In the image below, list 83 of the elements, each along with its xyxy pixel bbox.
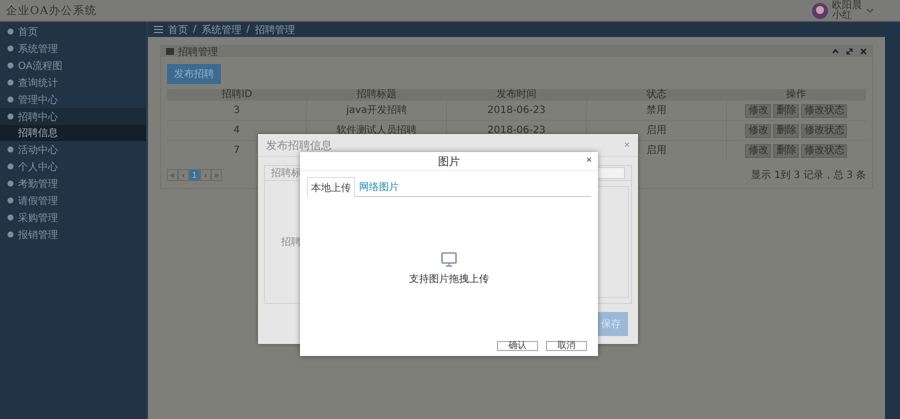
sidebar-item[interactable]: 查询统计: [0, 74, 146, 91]
drop-hint: 支持图片拖拽上传: [409, 272, 489, 286]
page-button[interactable]: «: [167, 169, 178, 181]
circle-icon: [7, 62, 14, 69]
table-cell: 7: [233, 144, 240, 156]
column-header: 操作: [726, 89, 866, 100]
table-cell: 启用: [646, 124, 666, 136]
expand-icon[interactable]: [846, 48, 853, 55]
action-button[interactable]: 修改: [745, 124, 772, 138]
action-button[interactable]: 删除: [773, 144, 800, 158]
circle-icon: [7, 231, 14, 238]
table-cell: 2018-06-23: [487, 104, 546, 116]
sidebar-item[interactable]: 管理中心: [0, 91, 146, 108]
circle-icon: [7, 45, 14, 52]
panel-title: 招聘管理: [178, 46, 218, 58]
sidebar-item[interactable]: OA流程图: [0, 57, 146, 74]
table-cell: 启用: [646, 144, 666, 156]
table-cell: 软件测试人员招聘: [336, 124, 417, 136]
page-button[interactable]: »: [211, 169, 222, 181]
action-button[interactable]: 删除: [773, 124, 800, 138]
action-button[interactable]: 修改状态: [801, 144, 848, 158]
column-header: 状态: [586, 89, 726, 100]
monitor-icon: [441, 252, 457, 267]
breadcrumb-link[interactable]: 系统管理: [201, 22, 242, 36]
circle-icon: [7, 79, 14, 86]
user-role: 小红: [832, 10, 853, 20]
circle-icon: [7, 197, 14, 204]
close-button[interactable]: ×: [586, 155, 592, 166]
breadcrumb-link[interactable]: 首页: [168, 22, 188, 36]
circle-icon: [7, 214, 14, 221]
dialog-button[interactable]: 确认: [497, 341, 538, 351]
action-button[interactable]: 修改: [745, 104, 772, 118]
table-cell: 禁用: [646, 104, 666, 116]
tab[interactable]: 网络图片: [355, 177, 403, 196]
circle-icon: [7, 28, 14, 35]
circle-icon: [7, 146, 14, 153]
circle-icon: [7, 96, 14, 103]
field-label: 招聘: [280, 236, 301, 249]
breadcrumb-link[interactable]: 招聘管理: [254, 22, 295, 36]
pagination-summary: 显示 1到 3 记录，总 3 条: [751, 168, 866, 182]
sidebar-item[interactable]: 采购管理: [0, 209, 146, 226]
breadcrumb-separator: /: [193, 24, 196, 35]
caret-icon[interactable]: [866, 8, 874, 14]
sidebar-item[interactable]: 系统管理: [0, 40, 146, 57]
table-cell: java开发招聘: [346, 104, 408, 116]
close-icon[interactable]: [860, 48, 867, 55]
dialog-title: 图片: [438, 154, 460, 168]
app-title: 企业OA办公系统: [6, 3, 97, 18]
tab[interactable]: 本地上传: [307, 177, 355, 197]
sidebar-item[interactable]: 个人中心: [0, 158, 146, 175]
page-button[interactable]: ›: [200, 169, 211, 181]
page-button[interactable]: ‹: [178, 169, 189, 181]
table-cell: 2018-06-23: [487, 124, 546, 136]
field-label: 招聘标: [270, 166, 301, 180]
sidebar-item[interactable]: 考勤管理: [0, 175, 146, 192]
circle-icon: [7, 113, 14, 120]
publish-button[interactable]: 发布招聘: [167, 64, 221, 84]
sidebar-subitem[interactable]: 招聘信息: [0, 125, 146, 141]
column-header: 招聘标题: [306, 89, 447, 100]
sidebar-item[interactable]: 首页: [0, 23, 146, 40]
action-button[interactable]: 修改状态: [801, 124, 848, 138]
menu-icon[interactable]: [154, 26, 163, 33]
dialog-button[interactable]: 取消: [546, 341, 587, 351]
column-header: 招聘ID: [167, 89, 307, 100]
table-cell: 3: [233, 104, 240, 116]
circle-icon: [7, 163, 14, 170]
action-button[interactable]: 修改: [745, 144, 772, 158]
avatar-icon[interactable]: [812, 2, 828, 18]
action-button[interactable]: 删除: [773, 104, 800, 118]
collapse-icon[interactable]: [832, 49, 839, 54]
column-header: 发布时间: [446, 89, 586, 100]
list-icon: [166, 48, 174, 55]
circle-icon: [7, 180, 14, 187]
sidebar-item[interactable]: 活动中心: [0, 141, 146, 158]
page-button[interactable]: 1: [189, 169, 200, 181]
table-cell: 4: [233, 124, 240, 136]
sidebar-item[interactable]: 报销管理: [0, 226, 146, 243]
sidebar-item[interactable]: 招聘中心: [0, 108, 146, 125]
close-button[interactable]: ×: [624, 140, 630, 150]
breadcrumb-separator: /: [246, 24, 250, 35]
action-button[interactable]: 修改状态: [801, 104, 848, 118]
sidebar-item[interactable]: 请假管理: [0, 192, 146, 209]
dialog-title: 发布招聘信息: [266, 138, 332, 152]
